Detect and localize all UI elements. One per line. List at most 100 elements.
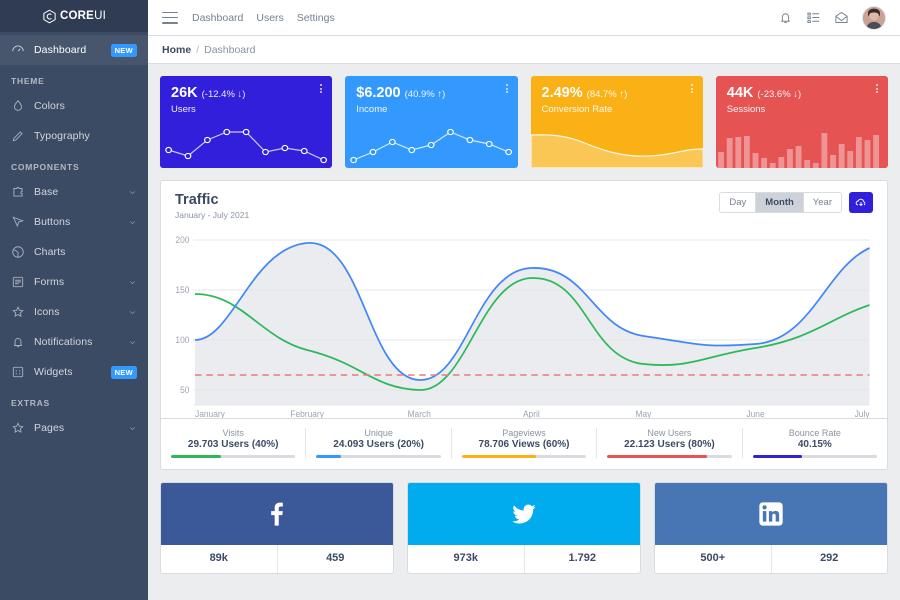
sidebar: COREUI Dashboard NEW THEME Colors Typogr… <box>0 0 148 600</box>
cloud-download-icon <box>855 197 867 209</box>
sidebar-item-icons[interactable]: Icons <box>0 297 148 327</box>
svg-text:February: February <box>290 409 324 418</box>
topnav-item-dashboard[interactable]: Dashboard <box>192 12 243 24</box>
footer-stat-pageviews: Pageviews 78.706 Views (60%) <box>450 428 596 459</box>
breadcrumb-current: Dashboard <box>204 43 256 56</box>
sidebar-item-forms[interactable]: Forms <box>0 267 148 297</box>
coreui-hexagon-logo-icon <box>42 9 57 24</box>
pie-chart-icon <box>11 245 25 259</box>
more-vertical-icon[interactable] <box>690 84 693 93</box>
traffic-actions: Day Month Year <box>719 192 873 213</box>
footer-stat-label: Unique <box>364 428 393 439</box>
sidebar-item-label: Buttons <box>34 216 71 228</box>
footer-stat-visits: Visits 29.703 Users (40%) <box>161 428 305 459</box>
sidebar-item-typography[interactable]: Typography <box>0 121 148 151</box>
sidebar-title-theme: THEME <box>11 76 45 86</box>
stat-label: Conversion Rate <box>541 103 613 115</box>
linkedin-icon <box>757 500 785 528</box>
footer-stat-new-users: New Users 22.123 Users (80%) <box>596 428 741 459</box>
social-card-stats: 89k 459 <box>161 545 394 574</box>
stat-card-sessions[interactable]: 44K (-23.6% ↓) Sessions <box>715 76 888 168</box>
bell-icon <box>11 335 25 349</box>
more-vertical-icon[interactable] <box>876 84 878 93</box>
pencil-icon <box>11 129 25 143</box>
sidebar-item-label: Pages <box>34 422 65 434</box>
download-button[interactable] <box>849 192 873 213</box>
sidebar-item-notifications[interactable]: Notifications <box>0 327 148 357</box>
svg-text:100: 100 <box>175 335 189 345</box>
brand-logo-area[interactable]: COREUI <box>0 0 148 32</box>
social-card-linkedin[interactable]: 500+ 292 <box>654 482 888 575</box>
social-stat-value: 500+ <box>700 552 726 565</box>
sidebar-item-charts[interactable]: Charts <box>0 237 148 267</box>
brand-name: COREUI <box>60 10 106 22</box>
stat-card-users[interactable]: 26K (-12.4% ↓) Users <box>160 76 333 168</box>
area-chart <box>530 118 703 168</box>
svg-text:July: July <box>855 409 871 418</box>
footer-stat-label: New Users <box>647 428 692 439</box>
sparkline-chart <box>345 118 517 168</box>
footer-stat-value: 22.123 Users (80%) <box>624 439 715 451</box>
bell-icon[interactable] <box>778 10 793 25</box>
topbar-nav: Dashboard Users Settings <box>192 12 335 24</box>
progress-bar <box>752 455 878 459</box>
social-card-header <box>161 483 393 546</box>
list-icon[interactable] <box>806 10 821 25</box>
twitter-icon <box>510 500 538 528</box>
chevron-down-icon <box>128 424 137 433</box>
hamburger-icon[interactable] <box>162 11 178 24</box>
avatar[interactable] <box>862 5 886 30</box>
topbar: Dashboard Users Settings <box>148 0 900 36</box>
svg-text:April: April <box>523 409 540 418</box>
sidebar-item-widgets[interactable]: Widgets NEW <box>0 357 148 387</box>
sidebar-item-base[interactable]: Base <box>0 177 148 207</box>
more-vertical-icon[interactable] <box>320 84 323 93</box>
topnav-item-users[interactable]: Users <box>256 12 283 24</box>
sidebar-item-colors[interactable]: Colors <box>0 91 148 121</box>
facebook-icon <box>263 500 291 528</box>
speedometer-icon <box>11 43 25 57</box>
topnav-item-settings[interactable]: Settings <box>297 12 335 24</box>
footer-stat-value: 29.703 Users (40%) <box>187 439 279 451</box>
chevron-down-icon <box>128 308 137 317</box>
sidebar-item-pages[interactable]: Pages <box>0 413 148 443</box>
footer-stat-bounce-rate: Bounce Rate 40.15% <box>741 428 887 459</box>
sidebar-item-buttons[interactable]: Buttons <box>0 207 148 237</box>
progress-bar <box>461 455 587 459</box>
chevron-down-icon <box>128 218 137 227</box>
social-card-twitter[interactable]: 973k 1.792 <box>407 482 641 575</box>
chevron-down-icon <box>128 278 137 287</box>
social-card-header <box>655 483 887 546</box>
progress-bar <box>316 455 441 459</box>
notes-icon <box>11 275 25 289</box>
more-vertical-icon[interactable] <box>505 84 508 93</box>
sidebar-title-components: COMPONENTS <box>11 162 80 172</box>
stat-value: 2.49% <box>541 85 583 101</box>
stat-card-income[interactable]: $6.200 (40.9% ↑) Income <box>345 76 518 168</box>
footer-stat-value: 40.15% <box>797 439 832 451</box>
stat-card-conversion-rate[interactable]: 2.49% (84.7% ↑) Conversion Rate <box>530 76 703 168</box>
sidebar-item-label: Notifications <box>34 336 93 348</box>
sidebar-title-extras: EXTRAS <box>11 398 50 408</box>
range-button-year[interactable]: Year <box>803 193 841 212</box>
sidebar-item-dashboard[interactable]: Dashboard NEW <box>0 35 148 65</box>
social-card-facebook[interactable]: 89k 459 <box>160 482 394 575</box>
range-button-month[interactable]: Month <box>756 193 804 212</box>
footer-stat-value: 24.093 Users (20%) <box>333 439 424 451</box>
progress-bar <box>607 455 732 459</box>
app-root: COREUI Dashboard NEW THEME Colors Typogr… <box>0 0 900 600</box>
envelope-icon[interactable] <box>834 10 849 25</box>
droplet-icon <box>11 99 25 113</box>
range-button-day[interactable]: Day <box>720 193 757 212</box>
svg-text:200: 200 <box>175 235 189 245</box>
social-card-header <box>408 483 640 546</box>
sidebar-nav: Dashboard NEW THEME Colors Typography CO… <box>0 32 148 443</box>
sidebar-item-label: Typography <box>34 130 90 142</box>
social-stat-value: 459 <box>276 545 394 574</box>
social-cards: 89k 459 973k 1.792 500+ 292 <box>160 482 888 575</box>
svg-text:50: 50 <box>180 385 189 395</box>
page-title: Traffic <box>175 192 219 208</box>
breadcrumb-home[interactable]: Home <box>162 44 191 56</box>
stat-label: Sessions <box>726 103 766 115</box>
sparkline-chart <box>160 118 332 168</box>
